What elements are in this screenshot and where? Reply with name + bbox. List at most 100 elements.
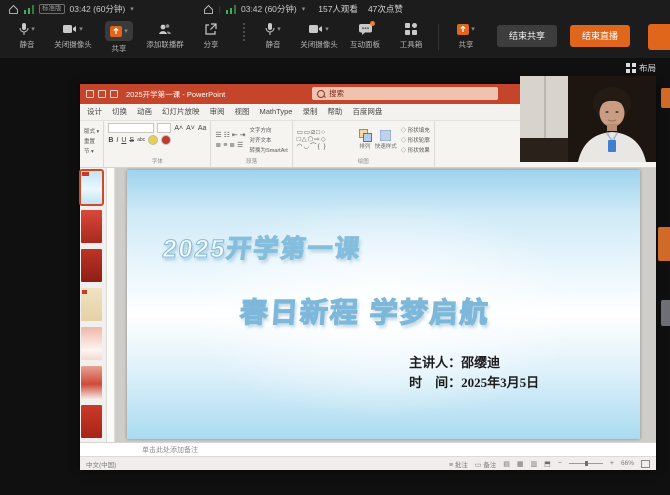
smartart-button[interactable]: 转换为SmartArt bbox=[250, 146, 288, 154]
live-stats: 157人观看 47次点赞 bbox=[318, 3, 403, 15]
group-label-drawing: 绘图 bbox=[297, 156, 430, 167]
slideshow-icon[interactable]: ⬒ bbox=[544, 460, 551, 468]
toolbox-button[interactable]: 工具箱 bbox=[388, 19, 434, 52]
slide-thumbnail-6[interactable] bbox=[81, 366, 102, 399]
shapes-gallery[interactable]: ▭▭⧄□○□△⬠⇨◇◠◡⌒{ } bbox=[297, 129, 355, 150]
shrink-font-icon[interactable]: A˅ bbox=[186, 125, 195, 132]
notes-button[interactable]: ▭ 备注 bbox=[475, 459, 496, 469]
italic-icon[interactable]: I bbox=[116, 137, 118, 144]
home-icon[interactable] bbox=[203, 4, 214, 15]
highlight-color-icon[interactable] bbox=[148, 135, 158, 145]
mute-button[interactable]: ▾ 静音 bbox=[250, 19, 296, 52]
chevron-down-icon[interactable]: ▾ bbox=[302, 5, 306, 13]
zoom-in-icon[interactable]: + bbox=[610, 460, 614, 467]
font-size-box[interactable] bbox=[157, 123, 171, 133]
signal-icon bbox=[226, 5, 236, 14]
tab-slideshow[interactable]: 幻灯片放映 bbox=[157, 104, 205, 120]
tab-view[interactable]: 视图 bbox=[230, 104, 255, 120]
side-tab-cutoff[interactable] bbox=[658, 227, 670, 261]
text-direction-button[interactable]: 文字方向 bbox=[250, 126, 288, 134]
tab-review[interactable]: 审阅 bbox=[205, 104, 230, 120]
toolbox-icon bbox=[405, 23, 417, 35]
camera-off-label: 关闭摄像头 bbox=[54, 39, 92, 50]
strikethrough-icon[interactable]: S bbox=[129, 137, 134, 144]
grow-font-icon[interactable]: A˄ bbox=[174, 125, 183, 132]
undo-icon[interactable] bbox=[98, 90, 106, 98]
zoom-level[interactable]: 66% bbox=[621, 460, 634, 467]
zoom-out-icon[interactable]: − bbox=[558, 460, 562, 467]
home-icon[interactable] bbox=[8, 4, 19, 15]
shape-effects-button[interactable]: ◇ 形状效果 bbox=[401, 146, 430, 154]
end-live-button-cutoff[interactable] bbox=[648, 24, 670, 50]
camera-off-button[interactable]: ▾ 关闭摄像头 bbox=[50, 19, 96, 52]
save-icon[interactable] bbox=[86, 90, 94, 98]
side-tab-cutoff[interactable] bbox=[661, 300, 670, 326]
align-text-button[interactable]: 对齐文本 bbox=[250, 136, 288, 144]
bullets-icon[interactable]: ☰ ☷ ⇤ ⇥ bbox=[215, 131, 245, 139]
shape-outline-button[interactable]: ◇ 形状轮廓 bbox=[401, 136, 430, 144]
search-input[interactable]: 搜索 bbox=[312, 87, 498, 100]
mute-button[interactable]: ▾ 静音 bbox=[4, 19, 50, 52]
normal-view-icon[interactable]: ▤ bbox=[503, 460, 510, 468]
arrange-icon bbox=[359, 129, 371, 141]
reset-button[interactable]: 重置 bbox=[84, 137, 99, 145]
presenter-webcam-video[interactable] bbox=[520, 76, 656, 162]
tab-design[interactable]: 设计 bbox=[82, 104, 107, 120]
slide-sorter-icon[interactable]: ▦ bbox=[517, 460, 524, 468]
section-button[interactable]: 节 ▾ bbox=[84, 147, 99, 155]
fit-slide-icon[interactable] bbox=[641, 460, 650, 468]
slide-thumbnail-4[interactable] bbox=[81, 288, 102, 321]
tab-baidu-netdisk[interactable]: 百度网盘 bbox=[347, 104, 387, 120]
tab-help[interactable]: 帮助 bbox=[322, 104, 347, 120]
end-share-button[interactable]: 结束共享 bbox=[497, 25, 557, 47]
share-link-button[interactable]: 分享 bbox=[188, 19, 234, 52]
language-indicator[interactable]: 中文(中国) bbox=[86, 459, 116, 469]
tab-record[interactable]: 录制 bbox=[297, 104, 322, 120]
add-broadcast-group-button[interactable]: 添加联播群 bbox=[142, 19, 188, 52]
side-tab-cutoff[interactable] bbox=[661, 88, 670, 108]
layout-button-ribbon[interactable]: 版式 ▾ bbox=[84, 127, 99, 135]
slide-title[interactable]: 2025开学第一课 bbox=[161, 229, 364, 265]
font-name-box[interactable] bbox=[108, 123, 154, 133]
slide-thumbnail-2[interactable] bbox=[81, 210, 102, 243]
notes-pane[interactable]: 单击此处添加备注 bbox=[80, 442, 656, 456]
font-color-icon[interactable] bbox=[161, 135, 171, 145]
redo-icon[interactable] bbox=[110, 90, 118, 98]
reading-view-icon[interactable]: ▥ bbox=[531, 460, 538, 468]
camera-off-button[interactable]: ▾ 关闭摄像头 bbox=[296, 19, 342, 52]
thumbnail-scrollbar[interactable] bbox=[107, 168, 115, 442]
slide-presenter-info[interactable]: 主讲人：邵缨迪 时 间：2025年3月5日 bbox=[409, 353, 539, 393]
zoom-slider-knob[interactable] bbox=[585, 461, 588, 466]
slide-subtitle[interactable]: 春日新程 学梦启航 bbox=[238, 291, 491, 331]
tab-mathtype[interactable]: MathType bbox=[255, 104, 298, 120]
camera-icon bbox=[309, 24, 323, 34]
comments-button[interactable]: ≡ 批注 bbox=[449, 459, 468, 469]
quick-styles-button[interactable]: 快速样式 bbox=[375, 142, 397, 150]
layout-grid-icon bbox=[626, 63, 636, 73]
slide-thumbnail-5[interactable] bbox=[81, 327, 102, 360]
chevron-down-icon[interactable]: ▾ bbox=[130, 5, 134, 13]
slide-editor[interactable]: 2025开学第一课 春日新程 学梦启航 主讲人：邵缨迪 时 间：2025年3月5… bbox=[127, 170, 640, 439]
tab-animations[interactable]: 动画 bbox=[132, 104, 157, 120]
zoom-slider[interactable] bbox=[569, 463, 603, 464]
shape-fill-button[interactable]: ◇ 形状填充 bbox=[401, 126, 430, 134]
underline-icon[interactable]: U bbox=[121, 137, 126, 144]
align-icons[interactable]: ≣ ≡ ≣ ☰ bbox=[215, 141, 245, 149]
bold-icon[interactable]: B bbox=[108, 137, 113, 144]
clear-format-icon[interactable]: abc bbox=[137, 137, 145, 143]
layout-button[interactable]: 布局 bbox=[626, 62, 656, 74]
change-case-icon[interactable]: Aa bbox=[198, 125, 207, 132]
interaction-panel-button[interactable]: 互动面板 bbox=[342, 19, 388, 52]
live-timer: 03:42 (60分钟) bbox=[241, 3, 297, 15]
share-screen-button-active[interactable]: ▾ 共享 bbox=[96, 19, 142, 56]
slide-thumbnail-7[interactable] bbox=[81, 405, 102, 438]
slide-thumbnail-1-selected[interactable] bbox=[81, 171, 102, 204]
tab-transitions[interactable]: 切换 bbox=[107, 104, 132, 120]
share-screen-button[interactable]: ▾ 共享 bbox=[443, 19, 489, 52]
drag-handle[interactable] bbox=[240, 23, 248, 53]
slide-thumbnail-3[interactable] bbox=[81, 249, 102, 282]
end-live-button[interactable]: 结束直播 bbox=[570, 25, 630, 47]
live-timer: 03:42 (60分钟) bbox=[70, 3, 126, 15]
arrange-button[interactable]: 排列 bbox=[359, 142, 370, 150]
search-placeholder: 搜索 bbox=[329, 88, 344, 99]
